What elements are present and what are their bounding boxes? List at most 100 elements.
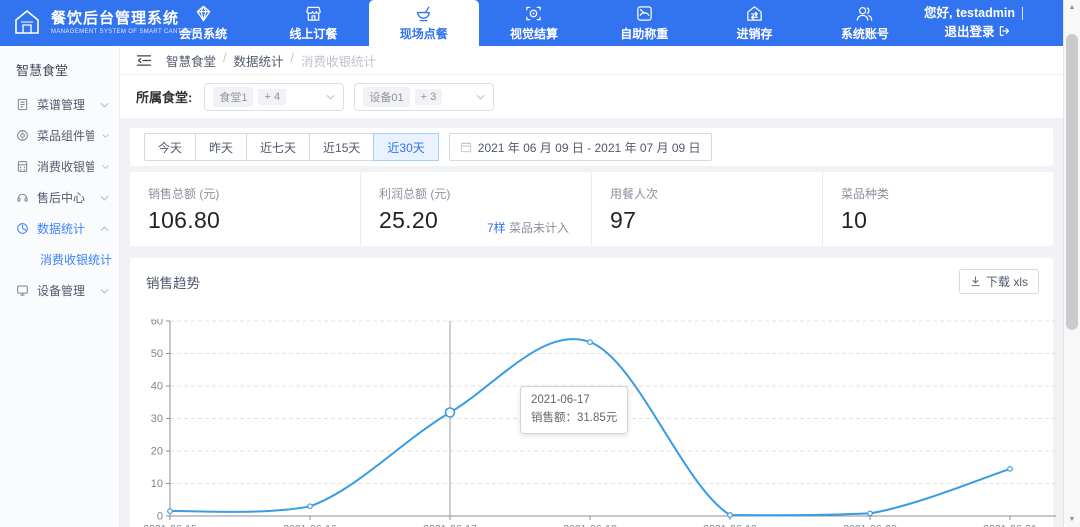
divider: [1022, 7, 1023, 20]
chart-title: 销售趋势: [146, 272, 200, 292]
nav-item-visual-checkout[interactable]: 视觉结算: [479, 0, 589, 46]
breadcrumb-filter-panel: 智慧食堂 / 数据统计 / 消费收银统计 所属食堂: 食堂1 + 4 设备01 …: [120, 46, 1063, 118]
chevron-down-icon: [100, 288, 109, 294]
nav-item-system-account[interactable]: 系统账号: [810, 0, 920, 46]
app-window: 餐饮后台管理系统 MANAGEMENT SYSTEM OF SMART CANT…: [0, 0, 1080, 527]
scroll-up-arrow[interactable]: ▲: [1064, 4, 1080, 11]
document-icon: [16, 98, 29, 111]
chevron-down-icon: [326, 94, 335, 100]
date-range-value: 2021 年 06 月 09 日 - 2021 年 07 月 09 日: [478, 139, 701, 156]
warehouse-arrows-icon: [745, 4, 764, 23]
chevron-down-icon: [100, 102, 109, 108]
chart-header: 销售趋势 下载 xls: [130, 258, 1053, 294]
svg-text:2021-06-20: 2021-06-20: [843, 523, 897, 527]
date-tab-yesterday[interactable]: 昨天: [195, 133, 247, 161]
user-greeting: 您好, testadmin: [924, 4, 1015, 23]
primary-nav: 会员系统 线上订餐 现场点餐 视觉结算: [148, 0, 920, 46]
svg-text:2021-06-17: 2021-06-17: [423, 523, 477, 527]
canteen-filter-label: 所属食堂:: [136, 87, 192, 106]
nav-item-onsite-order[interactable]: 现场点餐: [369, 0, 479, 46]
sales-trend-card: 销售趋势 下载 xls 0 10 20 30 40 50 60 2021-06-15 2021-…: [130, 258, 1053, 527]
menu-fold-icon[interactable]: [136, 54, 152, 67]
bowl-icon: [414, 4, 433, 23]
svg-text:0: 0: [157, 511, 163, 523]
top-nav-bar: 餐饮后台管理系统 MANAGEMENT SYSTEM OF SMART CANT…: [0, 0, 1063, 46]
breadcrumb-current: 消费收银统计: [301, 51, 376, 70]
canteen-filter-row: 所属食堂: 食堂1 + 4 设备01 + 3: [120, 75, 1063, 118]
scale-icon: [635, 4, 654, 23]
chart-tooltip: 2021-06-17 销售额：31.85元: [520, 386, 628, 434]
breadcrumb-item[interactable]: 数据统计: [234, 51, 284, 70]
storefront-icon: [304, 4, 323, 23]
download-xls-button[interactable]: 下载 xls: [959, 269, 1039, 294]
date-tab-today[interactable]: 今天: [144, 133, 196, 161]
svg-text:30: 30: [151, 413, 163, 425]
logout-button[interactable]: 退出登录: [944, 23, 1009, 42]
more-canteens-tag: + 4: [258, 89, 286, 105]
nav-item-online-order[interactable]: 线上订餐: [258, 0, 368, 46]
more-devices-tag: + 3: [415, 89, 443, 105]
stat-total-profit: 利润总额 (元) 25.20 7样 菜品未计入: [360, 172, 591, 246]
chevron-down-icon: [476, 94, 485, 100]
svg-text:2021-06-15: 2021-06-15: [144, 523, 197, 527]
svg-text:2021-06-18: 2021-06-18: [563, 523, 617, 527]
stat-diner-count: 用餐人次 97: [591, 172, 822, 246]
sidebar: 智慧食堂 菜谱管理 菜品组件管理 消费收银管理 售后中心 数据统计: [0, 46, 120, 527]
tooltip-date: 2021-06-17: [531, 392, 617, 410]
breadcrumb-bar: 智慧食堂 / 数据统计 / 消费收银统计: [120, 46, 1063, 75]
chevron-down-icon: [102, 164, 109, 170]
svg-text:2021-06-16: 2021-06-16: [283, 523, 337, 527]
logout-icon: [998, 25, 1010, 37]
users-icon: [855, 4, 874, 23]
canteen-select[interactable]: 食堂1 + 4: [204, 83, 344, 111]
stat-dish-types: 菜品种类 10: [822, 172, 1053, 246]
sidebar-item-aftersales-center[interactable]: 售后中心: [0, 182, 119, 213]
component-icon: [16, 129, 29, 142]
nav-item-self-weighing[interactable]: 自助称重: [589, 0, 699, 46]
scroll-down-arrow[interactable]: ▼: [1064, 516, 1080, 523]
scrollbar-thumb[interactable]: [1066, 34, 1078, 330]
sidebar-item-device-mgmt[interactable]: 设备管理: [0, 275, 119, 306]
stat-total-sales: 销售总额 (元) 106.80: [130, 172, 360, 246]
date-range-picker[interactable]: 2021 年 06 月 09 日 - 2021 年 07 月 09 日: [449, 133, 712, 161]
vertical-scrollbar[interactable]: ▲ ▼: [1063, 0, 1080, 527]
user-area: 您好, testadmin退出登录: [905, 0, 1049, 46]
date-tab-last7days[interactable]: 近七天: [246, 133, 310, 161]
logo-icon: [10, 5, 44, 39]
svg-text:2021-06-19: 2021-06-19: [703, 523, 757, 527]
breadcrumb-item[interactable]: 智慧食堂: [166, 51, 216, 70]
tooltip-value-row: 销售额：31.85元: [531, 410, 617, 428]
date-tab-last15days[interactable]: 近15天: [309, 133, 374, 161]
sidebar-item-dish-component-mgmt[interactable]: 菜品组件管理: [0, 120, 119, 151]
sidebar-subitem-consumption-stats[interactable]: 消费收银统计: [0, 244, 119, 275]
selected-canteen-tag: 食堂1: [213, 87, 253, 107]
svg-text:50: 50: [151, 348, 163, 360]
svg-text:40: 40: [151, 381, 163, 393]
monitor-icon: [16, 284, 29, 297]
sidebar-item-data-statistics[interactable]: 数据统计: [0, 213, 119, 244]
uncounted-dishes-link[interactable]: 7样: [487, 221, 506, 235]
calendar-icon: [460, 141, 472, 153]
date-tab-last30days[interactable]: 近30天: [373, 133, 438, 161]
nav-item-inventory[interactable]: 进销存: [699, 0, 809, 46]
svg-text:20: 20: [151, 446, 163, 458]
headset-icon: [16, 191, 29, 204]
date-filter-card: 今天 昨天 近七天 近15天 近30天 2021 年 06 月 09 日 - 2…: [130, 128, 1053, 166]
svg-text:2021-06-21: 2021-06-21: [983, 523, 1037, 527]
chevron-up-icon: [100, 226, 109, 232]
calculator-icon: [16, 160, 29, 173]
sidebar-item-recipe-mgmt[interactable]: 菜谱管理: [0, 89, 119, 120]
gem-icon: [194, 4, 213, 23]
pie-clock-icon: [16, 222, 29, 235]
device-select[interactable]: 设备01 + 3: [354, 83, 494, 111]
stats-summary-card: 销售总额 (元) 106.80 利润总额 (元) 25.20 7样 菜品未计入 …: [130, 172, 1053, 246]
uncounted-dishes-note: 7样 菜品未计入: [487, 219, 569, 236]
sidebar-item-cashier-mgmt[interactable]: 消费收银管理: [0, 151, 119, 182]
sidebar-title: 智慧食堂: [0, 46, 119, 89]
nav-item-member-system[interactable]: 会员系统: [148, 0, 258, 46]
svg-text:60: 60: [151, 319, 163, 328]
breadcrumb: 智慧食堂 / 数据统计 / 消费收银统计: [166, 51, 376, 70]
selected-device-tag: 设备01: [363, 87, 409, 107]
chevron-down-icon: [102, 133, 109, 139]
svg-text:10: 10: [151, 478, 163, 490]
